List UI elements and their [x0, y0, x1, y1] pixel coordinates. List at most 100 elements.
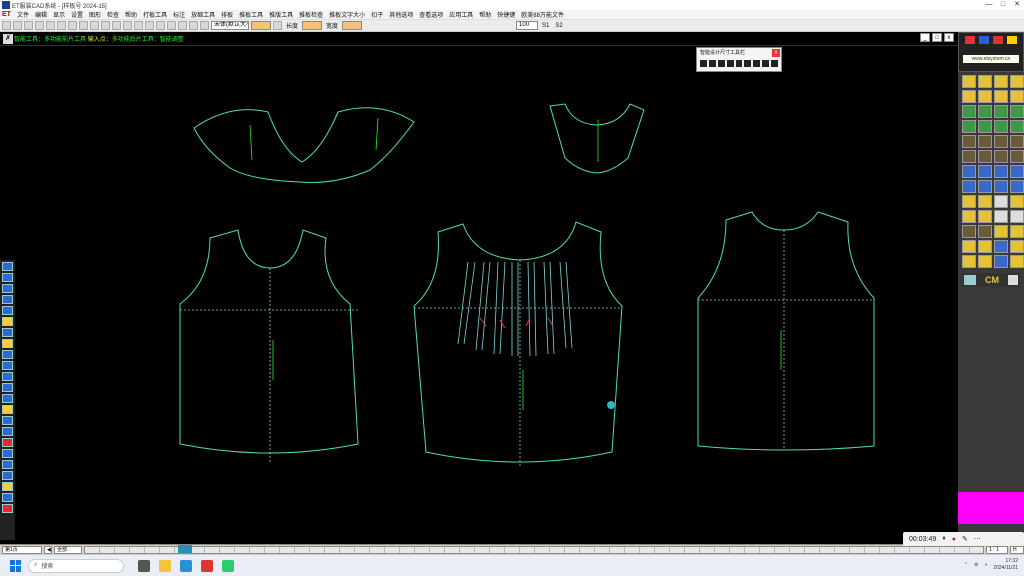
tool-icon[interactable]: [962, 180, 976, 193]
tool-icon[interactable]: [962, 165, 976, 178]
menu-item[interactable]: 快捷键: [497, 10, 515, 19]
tool-icon[interactable]: [962, 75, 976, 88]
line-icon[interactable]: [167, 21, 176, 30]
tool-icon[interactable]: [962, 120, 976, 133]
maximize-button[interactable]: □: [996, 0, 1010, 10]
canvas-minimize-button[interactable]: _: [920, 33, 930, 42]
chevron-up-icon[interactable]: ⌃: [964, 562, 968, 568]
canvas-restore-button[interactable]: □: [932, 33, 942, 42]
tool-icon[interactable]: [994, 150, 1008, 163]
s2-radio[interactable]: S2: [553, 23, 564, 29]
cad-app-icon[interactable]: [201, 559, 213, 572]
tool-icon[interactable]: [978, 165, 992, 178]
menu-item[interactable]: 检查: [107, 10, 119, 19]
tool-icon[interactable]: [962, 255, 976, 268]
floating-close-icon[interactable]: x: [772, 49, 780, 57]
task-view-icon[interactable]: [138, 559, 150, 572]
canvas-close-button[interactable]: x: [944, 33, 954, 42]
horizontal-scrollbar[interactable]: [84, 545, 984, 554]
settings-icon[interactable]: [200, 21, 209, 30]
tool-icon[interactable]: [994, 225, 1008, 238]
tool-icon[interactable]: [994, 240, 1008, 253]
tool-icon[interactable]: [994, 105, 1008, 118]
clock[interactable]: 17:32 2024/11/21: [993, 558, 1018, 572]
tool-icon[interactable]: [2, 405, 13, 414]
tool-icon[interactable]: [962, 90, 976, 103]
tool-icon[interactable]: [2, 339, 13, 348]
menu-item[interactable]: 图形: [89, 10, 101, 19]
menu-item[interactable]: 排板: [221, 10, 233, 19]
tool-icon[interactable]: [2, 394, 13, 403]
tool-icon[interactable]: [700, 60, 707, 67]
mirror-icon[interactable]: [145, 21, 154, 30]
tool-icon[interactable]: [994, 195, 1008, 208]
tool-icon[interactable]: [978, 90, 992, 103]
tool-icon[interactable]: [717, 60, 725, 67]
tool-icon[interactable]: [978, 180, 992, 193]
menu-item[interactable]: 编辑: [35, 10, 47, 19]
tool-icon[interactable]: [978, 75, 992, 88]
menu-item[interactable]: 放缩工具: [191, 10, 215, 19]
tool-icon[interactable]: [962, 135, 976, 148]
tool-icon[interactable]: [771, 60, 779, 67]
menu-item[interactable]: 帮助: [125, 10, 137, 19]
tool-icon[interactable]: [962, 210, 976, 223]
unit-cm-label[interactable]: CM: [985, 275, 999, 285]
tool-icon[interactable]: [1010, 105, 1024, 118]
tool-icon[interactable]: [2, 350, 13, 359]
menu-item[interactable]: 其他选项: [389, 10, 413, 19]
size-input[interactable]: [251, 21, 271, 30]
sheet-select[interactable]: 第1页: [2, 545, 42, 554]
menu-item[interactable]: 查看选项: [419, 10, 443, 19]
tool-icon[interactable]: [708, 60, 716, 67]
tool-icon[interactable]: [1010, 240, 1024, 253]
menu-item[interactable]: 打板工具: [143, 10, 167, 19]
network-icon[interactable]: ⊚: [974, 562, 978, 568]
tool-icon[interactable]: [1010, 180, 1024, 193]
tool-icon[interactable]: [2, 427, 13, 436]
start-icon[interactable]: [10, 559, 22, 572]
print-icon[interactable]: [46, 21, 55, 30]
tool-icon[interactable]: [1010, 195, 1024, 208]
tool-icon[interactable]: [962, 150, 976, 163]
select-icon[interactable]: [134, 21, 143, 30]
tool-icon[interactable]: [978, 105, 992, 118]
tool-icon[interactable]: [2, 328, 13, 337]
file-explorer-icon[interactable]: [159, 559, 171, 572]
grid-icon[interactable]: [101, 21, 110, 30]
tool-icon[interactable]: [994, 120, 1008, 133]
tool-icon[interactable]: [2, 482, 13, 491]
calculator-icon[interactable]: [1008, 275, 1018, 285]
menu-item[interactable]: 标注: [173, 10, 185, 19]
menu-item[interactable]: 显示: [53, 10, 65, 19]
menu-item[interactable]: 欧美88万能文件: [521, 10, 564, 19]
tool-icon[interactable]: [994, 75, 1008, 88]
tool-icon[interactable]: [2, 372, 13, 381]
tool-icon[interactable]: [1010, 255, 1024, 268]
undo-icon[interactable]: [79, 21, 88, 30]
floating-tool-panel[interactable]: 智能设计尺寸工具栏 x: [696, 47, 782, 72]
tool-icon[interactable]: [762, 60, 770, 67]
tool-icon[interactable]: [735, 60, 743, 67]
tool-icon[interactable]: [2, 438, 13, 447]
tool-icon[interactable]: [1010, 75, 1024, 88]
tool-icon[interactable]: [978, 150, 992, 163]
flag-icon[interactable]: [979, 36, 989, 44]
tool-icon[interactable]: [978, 225, 992, 238]
et-app-icon[interactable]: [222, 559, 234, 572]
menu-item[interactable]: 文件: [17, 10, 29, 19]
tool-icon[interactable]: [2, 273, 13, 282]
tool-icon[interactable]: [978, 195, 992, 208]
menu-item[interactable]: 推板文字大小: [329, 10, 365, 19]
tool-icon[interactable]: [2, 449, 13, 458]
s1-radio[interactable]: S1: [540, 23, 551, 29]
flag-icon[interactable]: [965, 36, 975, 44]
tool-icon[interactable]: [2, 361, 13, 370]
tool-icon[interactable]: [2, 317, 13, 326]
menu-item[interactable]: 应用工具: [449, 10, 473, 19]
all-pages-button[interactable]: 全部: [54, 545, 82, 554]
copy-icon[interactable]: [68, 21, 77, 30]
unit-icon[interactable]: [964, 275, 976, 285]
redo-icon[interactable]: [90, 21, 99, 30]
tool-icon[interactable]: [978, 135, 992, 148]
